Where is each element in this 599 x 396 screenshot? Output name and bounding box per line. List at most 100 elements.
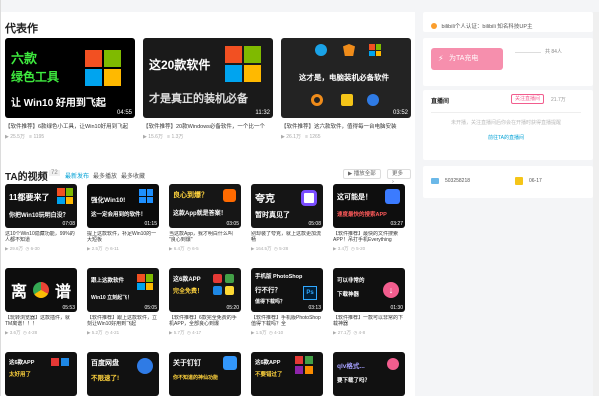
video-title[interactable]: 【软件推荐】这六款软件，值得每一台电脑安装 [281, 122, 411, 130]
video-title[interactable]: 别却装了夸克，就上这款更加流畅 [251, 231, 323, 243]
sidebar: bilibili个人认证：bilibili 知名科技UP主 ⚡ 为TA充电 共 … [423, 12, 593, 396]
danmaku: 1.3万 [171, 134, 184, 140]
video-title[interactable]: 当这款App，我才明白什么叫 "良心到爆" [169, 231, 241, 243]
thumb-text: 不限速了! [91, 375, 120, 382]
thumb-text: 速度最快的搜索APP [337, 212, 387, 218]
video-title[interactable]: 提上这款软件，补足Win10的一大短板 [87, 231, 159, 243]
rep-card-2[interactable]: 这20款软件 才是真正的装机必备 11:32 【软件推荐】20款Windows必… [143, 38, 273, 140]
duration: 05:08 [308, 221, 321, 227]
video-thumb[interactable]: 强化Win10! 这一定会用到的软件！ 01:15 [87, 184, 159, 228]
thumb-text: 让 Win10 好用到飞起 [11, 98, 106, 109]
date: 6-5 [192, 246, 199, 251]
video-meta: ▶ 5.7万 ◷ 4-17 [169, 330, 202, 335]
thumb-text: 离 [11, 284, 28, 301]
shield-icon [343, 44, 355, 56]
video-card[interactable]: 关于钉钉 你不知道的神仙功能 [169, 352, 241, 396]
views: 3.4万 [337, 246, 349, 251]
thumb-text: 绿色工具 [11, 70, 60, 84]
video-card[interactable]: 这6款APP 完全免费！ 05:20 【软件推荐】6款完全免费的手机APP，全部… [169, 268, 241, 336]
views: 25.5万 [10, 134, 25, 140]
info-panel: 503258218 06-17 [423, 166, 593, 198]
video-thumb[interactable]: 这6款APP 不要错过了 [251, 352, 323, 396]
video-thumb[interactable]: 手机版 PhotoShop 行不行？ 值得下载吗？ Ps 03:13 [251, 268, 323, 312]
thumb-text: 你不知道的神仙功能 [173, 375, 219, 381]
video-thumb[interactable]: 跟上这款软件 Win10 立刻起飞！ 05:05 [87, 268, 159, 312]
video-title[interactable]: 【软件推荐】手机版PhotoShop值得下载吗？全 [251, 315, 323, 327]
rep-thumb-1[interactable]: 六款 绿色工具 让 Win10 好用到飞起 04:55 [5, 38, 135, 118]
video-card[interactable]: 夸克 暂时真见了 05:08 别却装了夸克，就上这款更加流畅 ▶ 164.5万 … [251, 184, 323, 252]
tab-most-favorited[interactable]: 最多收藏 [121, 171, 145, 180]
duration: 03:05 [226, 221, 239, 227]
rep-card-3[interactable]: 这才是，电脑装机必备软件 03:52 【软件推荐】这六款软件，值得每一台电脑安装… [281, 38, 411, 140]
video-card[interactable]: 手机版 PhotoShop 行不行？ 值得下载吗？ Ps 03:13 【软件推荐… [251, 268, 323, 336]
tab-most-played[interactable]: 最多播放 [93, 171, 117, 180]
video-title[interactable]: 【玩转浏览器】这款插件，就TM离谱！！！ [5, 315, 77, 327]
views: 15.6万 [148, 134, 163, 140]
video-thumb[interactable]: 11都要来了 你把Win10玩明白没？ 07:08 [5, 184, 77, 228]
video-card[interactable]: 这6款APP 不要错过了 [251, 352, 323, 396]
app-icon [295, 366, 303, 374]
app-icon [341, 94, 353, 106]
video-card[interactable]: 11都要来了 你把Win10玩明白没？ 07:08 这10个Win10隐藏功能，… [5, 184, 77, 252]
charge-button[interactable]: ⚡ 为TA充电 [431, 48, 503, 70]
video-meta: ▶ 29.6万 ◷ 6-30 [5, 246, 40, 251]
video-thumb[interactable]: 良心到爆？ 这款App就是答案！ 03:05 [169, 184, 241, 228]
video-meta: ▶ 1.5万 ◷ 4-10 [251, 330, 284, 335]
video-thumb[interactable]: 可以非常的 下载神器 ↓ 01:30 [333, 268, 405, 312]
video-card[interactable]: 可以非常的 下载神器 ↓ 01:30 【软件推荐】一款可以非常的下载神器 ▶ 2… [333, 268, 405, 336]
video-thumb[interactable]: 这6款APP 完全免费！ 05:20 [169, 268, 241, 312]
app-icon [305, 356, 313, 364]
views: 164.5万 [255, 246, 272, 251]
views: 27.1万 [337, 330, 351, 335]
app-icon [295, 356, 303, 364]
tab-latest[interactable]: 最新发布 [65, 171, 89, 180]
danmaku: 1265 [309, 134, 321, 140]
rep-thumb-2[interactable]: 这20款软件 才是真正的装机必备 11:32 [143, 38, 273, 118]
video-title[interactable]: 这10个Win10隐藏功能，99%的人都不知道 [5, 231, 77, 243]
certified-icon [431, 22, 437, 29]
play-icon [387, 358, 399, 370]
more-button[interactable]: 更多 › [387, 169, 411, 185]
video-card[interactable]: 良心到爆？ 这款App就是答案！ 03:05 当这款App，我才明白什么叫 "良… [169, 184, 241, 252]
windows-logo-icon [225, 46, 261, 82]
thumb-text: 完全免费！ [173, 289, 204, 295]
charge-panel: ⚡ 为TA充电 共 84人 [423, 38, 593, 86]
certification-panel: bilibili个人认证：bilibili 知名科技UP主 [423, 12, 593, 32]
video-card[interactable]: qlv格式... 要下载了吗？ [333, 352, 405, 396]
video-thumb[interactable]: 夸克 暂时真见了 05:08 [251, 184, 323, 228]
follow-live-button[interactable]: 关注直播间 [511, 94, 545, 104]
bolt-icon [367, 94, 379, 106]
video-title[interactable]: 【软件推荐】跟上这款软件，立刻让Win10好用到飞起 [87, 315, 159, 327]
lightning-icon: ⚡ [438, 54, 444, 63]
video-card[interactable]: 百度网盘 不限速了! [87, 352, 159, 396]
video-thumb[interactable]: 这6款APP 太好用了 [5, 352, 77, 396]
video-title[interactable]: 【软件推荐】6款绿色小工具，让Win10好用到飞起 [5, 122, 135, 130]
video-title[interactable]: 【软件推荐】最快的文件搜索APP！吊打手机Everything [333, 231, 405, 243]
video-thumb[interactable]: qlv格式... 要下载了吗？ [333, 352, 405, 396]
video-title[interactable]: 【软件推荐】20款Windows必备软件，一个比一个 [143, 122, 273, 130]
app-icon [225, 274, 234, 283]
videos-count: 72 [49, 170, 60, 176]
video-card[interactable]: 这6款APP 太好用了 [5, 352, 77, 396]
goto-live-link[interactable]: 前往TA的直播间 [431, 134, 581, 141]
rep-card-1[interactable]: 六款 绿色工具 让 Win10 好用到飞起 04:55 【软件推荐】6款绿色小工… [5, 38, 135, 140]
video-thumb[interactable]: 离 谱 05:53 [5, 268, 77, 312]
video-card[interactable]: 强化Win10! 这一定会用到的软件！ 01:15 提上这款软件，补足Win10… [87, 184, 159, 252]
views: 6.4万 [173, 246, 185, 251]
play-all-button[interactable]: ▶ 播放全部 [343, 169, 381, 179]
scrollbar[interactable] [593, 12, 599, 396]
video-thumb[interactable]: 这可能是！ 速度最快的搜索APP 03:27 [333, 184, 405, 228]
rep-thumb-3[interactable]: 这才是，电脑装机必备软件 03:52 [281, 38, 411, 118]
video-title[interactable]: 【软件推荐】6款完全免费的手机APP，全部良心到爆 [169, 315, 241, 327]
views: 2.5万 [91, 246, 103, 251]
video-card[interactable]: 跟上这款软件 Win10 立刻起飞！ 05:05 【软件推荐】跟上这款软件，立刻… [87, 268, 159, 336]
video-card[interactable]: 离 谱 05:53 【玩转浏览器】这款插件，就TM离谱！！！ ▶ 3.6万 ◷ … [5, 268, 77, 336]
video-thumb[interactable]: 关于钉钉 你不知道的神仙功能 [169, 352, 241, 396]
video-card[interactable]: 这可能是！ 速度最快的搜索APP 03:27 【软件推荐】最快的文件搜索APP！… [333, 184, 405, 252]
date: 5-28 [279, 246, 289, 251]
video-title[interactable]: 【软件推荐】一款可以非常的下载神器 [333, 315, 405, 327]
thumb-text: 这6款APP [173, 277, 201, 283]
video-thumb[interactable]: 百度网盘 不限速了! [87, 352, 159, 396]
windows-logo-icon [57, 188, 73, 204]
date: 5-20 [356, 246, 366, 251]
